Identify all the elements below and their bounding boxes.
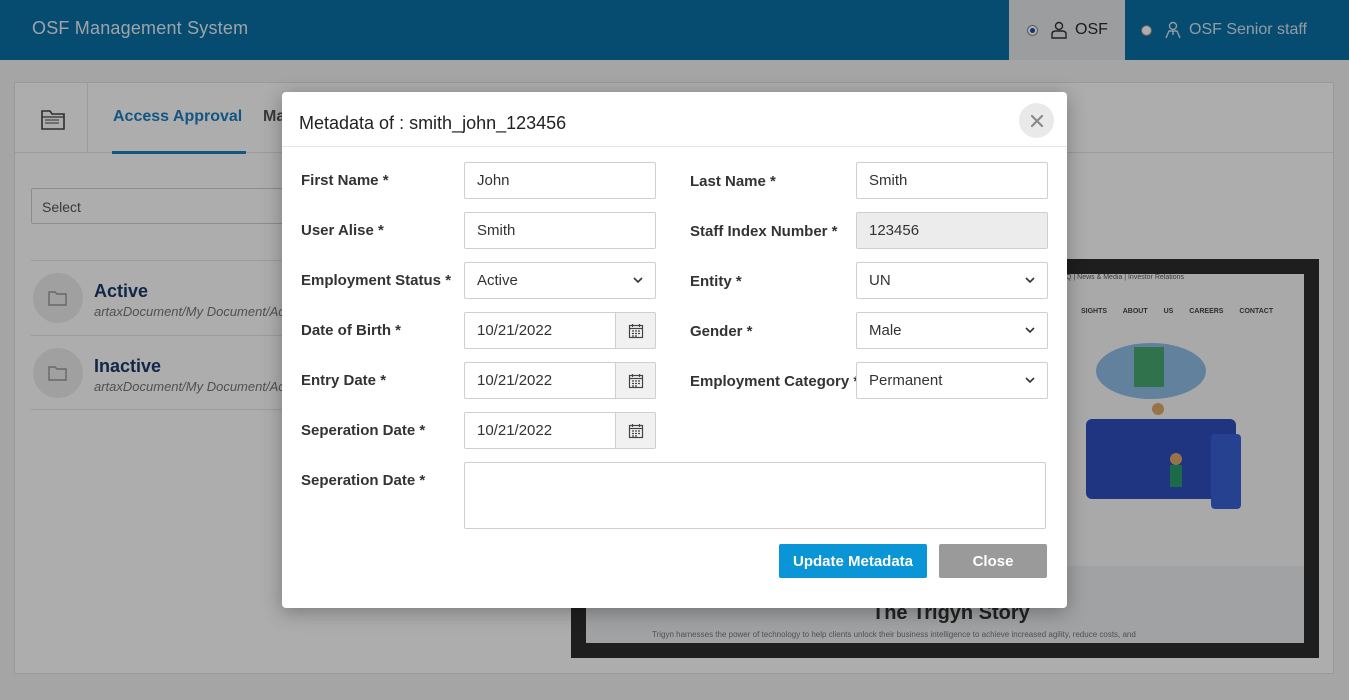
entry-date-label: Entry Date * — [301, 372, 387, 389]
entity-label: Entity * — [690, 273, 742, 290]
last-name-label: Last Name * — [690, 173, 776, 190]
separation-date-input[interactable]: 10/21/2022 — [464, 412, 615, 449]
last-name-input[interactable]: Smith — [856, 162, 1048, 199]
gender-value: Male — [869, 322, 902, 339]
dob-picker[interactable]: 10/21/2022 — [464, 312, 656, 349]
first-name-input[interactable]: John — [464, 162, 656, 199]
employment-category-select[interactable]: Permanent — [856, 362, 1048, 399]
chevron-down-icon — [633, 277, 643, 284]
gender-select[interactable]: Male — [856, 312, 1048, 349]
separation-date-picker[interactable]: 10/21/2022 — [464, 412, 656, 449]
chevron-down-icon — [1025, 327, 1035, 334]
calendar-icon[interactable] — [615, 312, 656, 349]
modal-header: Metadata of : smith_john_123456 — [282, 92, 1067, 147]
employment-status-value: Active — [477, 272, 518, 289]
chevron-down-icon — [1025, 377, 1035, 384]
staff-index-input: 123456 — [856, 212, 1048, 249]
separation-note-textarea[interactable] — [464, 462, 1046, 529]
metadata-modal: Metadata of : smith_john_123456 First Na… — [282, 92, 1067, 608]
staff-index-label: Staff Index Number * — [690, 223, 838, 240]
entry-date-input[interactable]: 10/21/2022 — [464, 362, 615, 399]
user-alise-input[interactable]: Smith — [464, 212, 656, 249]
separation-note-label: Seperation Date * — [301, 472, 426, 489]
first-name-label: First Name * — [301, 172, 389, 189]
gender-label: Gender * — [690, 323, 753, 340]
separation-date-label: Seperation Date * — [301, 422, 426, 439]
employment-category-value: Permanent — [869, 372, 943, 389]
entity-value: UN — [869, 272, 891, 289]
entity-select[interactable]: UN — [856, 262, 1048, 299]
update-metadata-button[interactable]: Update Metadata — [779, 544, 927, 578]
employment-status-label: Employment Status * — [301, 272, 452, 289]
calendar-icon[interactable] — [615, 412, 656, 449]
calendar-icon[interactable] — [615, 362, 656, 399]
entry-date-picker[interactable]: 10/21/2022 — [464, 362, 656, 399]
chevron-down-icon — [1025, 277, 1035, 284]
dob-input[interactable]: 10/21/2022 — [464, 312, 615, 349]
close-icon[interactable] — [1019, 103, 1054, 138]
user-alise-label: User Alise * — [301, 222, 384, 239]
close-button[interactable]: Close — [939, 544, 1047, 578]
employment-status-select[interactable]: Active — [464, 262, 656, 299]
modal-title: Metadata of : smith_john_123456 — [299, 113, 567, 133]
employment-category-label: Employment Category * — [690, 373, 860, 390]
dob-label: Date of Birth * — [301, 322, 402, 339]
